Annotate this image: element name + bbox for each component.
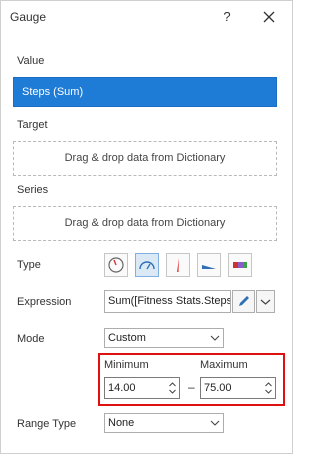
series-label: Series [17,184,49,196]
mode-label: Mode [17,333,45,345]
radial-full-gauge-icon[interactable] [104,253,128,277]
series-drop-zone[interactable]: Drag & drop data from Dictionary [13,206,277,241]
radial-half-gauge-icon[interactable] [135,253,159,277]
expression-input[interactable]: Sum([Fitness Stats.Steps]) [104,290,231,313]
minimum-input[interactable]: 14.00 [104,377,180,399]
spinner-arrows-icon [265,382,272,394]
value-field[interactable]: Steps (Sum) [13,77,277,107]
expression-label: Expression [17,296,72,308]
close-icon[interactable] [260,8,278,26]
dialog-title: Gauge [10,10,47,24]
chevron-down-icon [210,335,220,341]
expression-dropdown-button[interactable] [256,290,275,313]
mode-select[interactable]: Custom [104,328,224,348]
chevron-down-icon [260,299,271,305]
maximum-spinner[interactable] [264,380,273,396]
maximum-label: Maximum [200,359,248,371]
target-label: Target [17,119,48,131]
linear-gauge-icon[interactable] [197,253,221,277]
bullet-gauge-icon[interactable] [228,253,252,277]
needle-gauge-icon[interactable] [166,253,190,277]
spinner-arrows-icon [169,382,176,394]
minimum-label: Minimum [104,359,149,371]
minimum-spinner[interactable] [168,380,177,396]
chevron-down-icon [210,420,220,426]
title-bar: Gauge ? [1,1,292,35]
value-label: Value [17,55,45,67]
type-label: Type [17,259,41,271]
maximum-value: 75.00 [204,382,232,394]
mode-select-value: Custom [108,332,146,344]
minimum-value: 14.00 [108,382,136,394]
range-type-label: Range Type [17,418,77,430]
edit-expression-button[interactable] [232,290,255,313]
gauge-dialog: Gauge ? Value Steps (Sum) Target Drag & … [0,0,293,454]
help-button[interactable]: ? [219,7,235,27]
target-drop-zone[interactable]: Drag & drop data from Dictionary [13,141,277,176]
range-type-select-value: None [108,417,135,429]
pencil-icon [239,296,249,306]
range-type-select[interactable]: None [104,413,224,433]
maximum-input[interactable]: 75.00 [200,377,276,399]
range-separator: – [188,380,195,394]
